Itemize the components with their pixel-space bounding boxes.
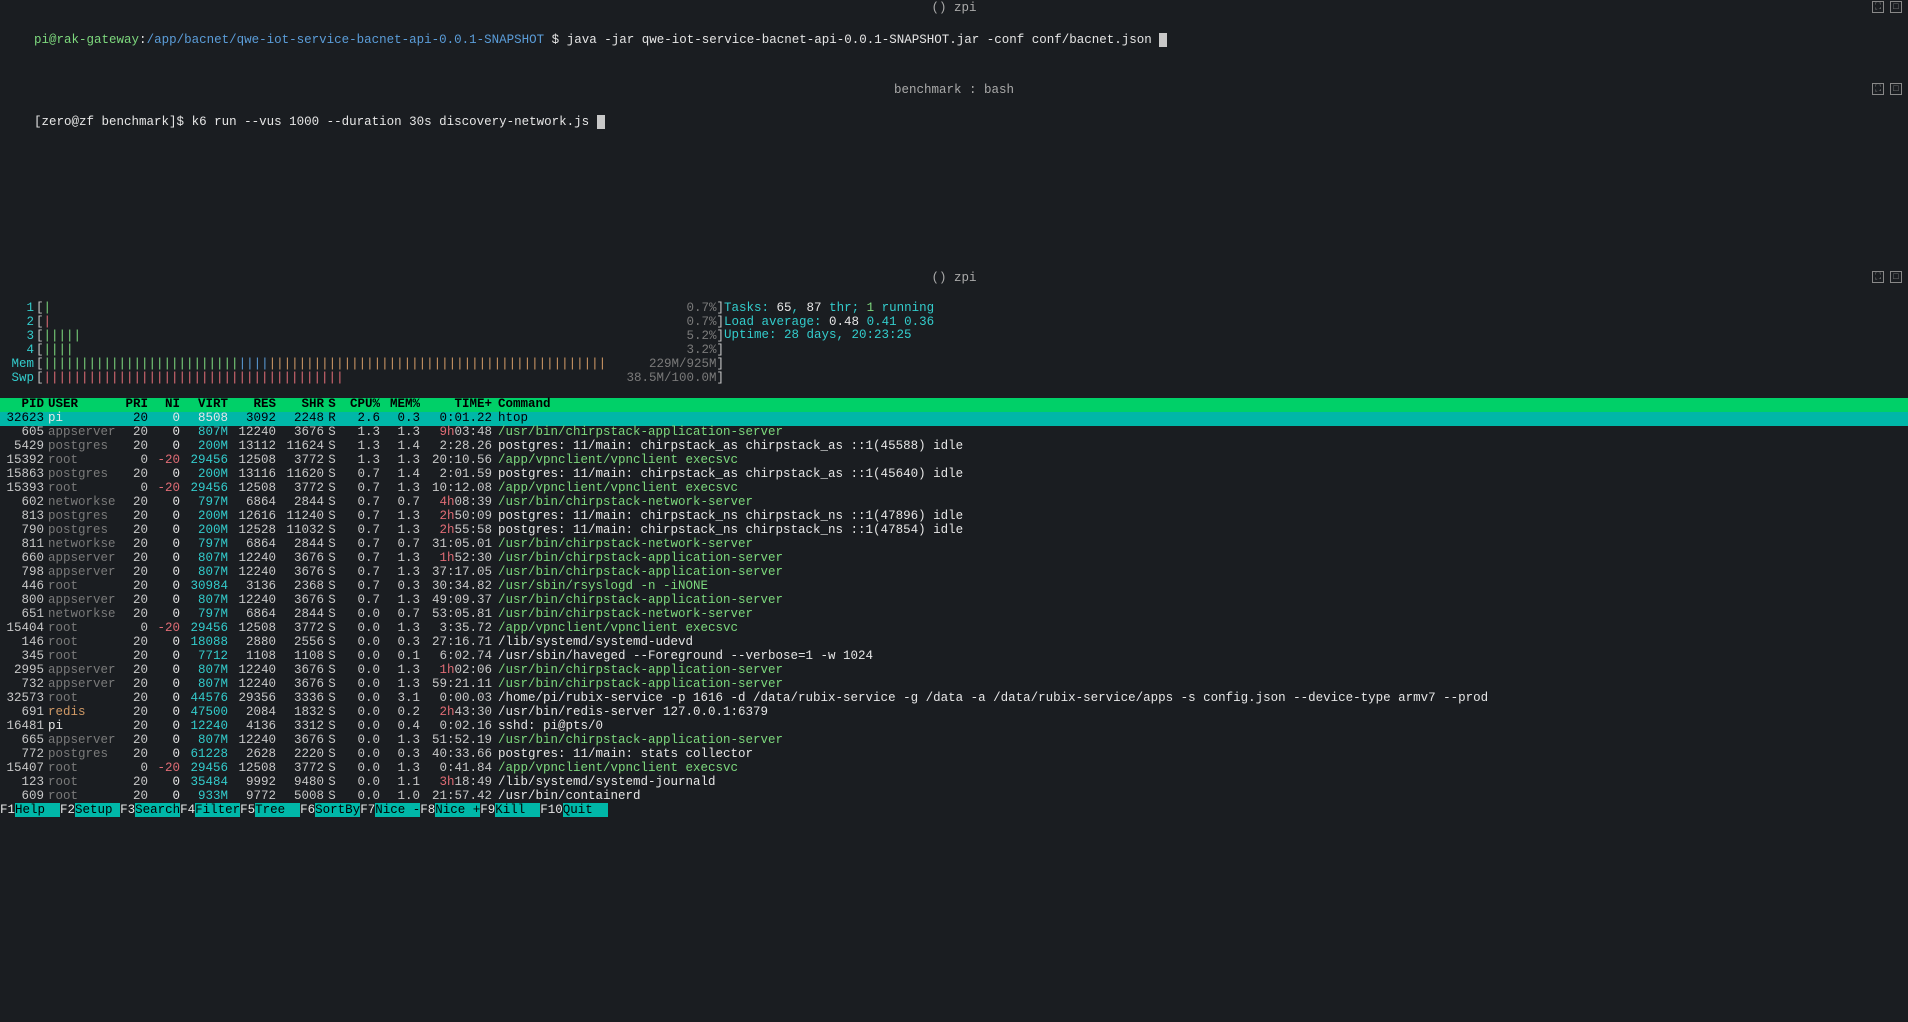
process-row[interactable]: 651networkse200797M68642844S0.00.753:05.… bbox=[0, 608, 1908, 622]
pane-window-controls: ⛶ □ bbox=[1872, 83, 1902, 95]
prompt-cwd: /app/bacnet/qwe-iot-service-bacnet-api-0… bbox=[147, 33, 545, 47]
footer-nice +[interactable]: Nice + bbox=[435, 803, 480, 817]
maximize-icon[interactable]: □ bbox=[1890, 83, 1902, 95]
expand-icon[interactable]: ⛶ bbox=[1872, 271, 1884, 283]
cpu-meter-3: 3[|||||5.2%] bbox=[4, 330, 724, 344]
cursor-icon bbox=[597, 115, 605, 129]
process-table-header[interactable]: PIDUSERPRINIVIRTRESSHRSCPU%MEM%TIME+Comm… bbox=[0, 398, 1908, 412]
footer-filter[interactable]: Filter bbox=[195, 803, 240, 817]
process-row[interactable]: 772postgres2006122826282220S0.00.340:33.… bbox=[0, 748, 1908, 762]
process-row[interactable]: 609root200933M97725008S0.01.021:57.42/us… bbox=[0, 790, 1908, 804]
process-row[interactable]: 15863postgres200200M1311611620S0.71.42:0… bbox=[0, 468, 1908, 482]
footer-tree[interactable]: Tree bbox=[255, 803, 300, 817]
process-row[interactable]: 16481pi2001224041363312S0.00.40:02.16ssh… bbox=[0, 720, 1908, 734]
terminal-pane-1[interactable]: () zpi ⛶ □ pi@rak-gateway:/app/bacnet/qw… bbox=[0, 0, 1908, 82]
expand-icon[interactable]: ⛶ bbox=[1872, 83, 1884, 95]
htop-footer[interactable]: F1Help F2Setup F3SearchF4FilterF5Tree F6… bbox=[0, 804, 1908, 818]
process-row[interactable]: 446root2003098431362368S0.70.330:34.82/u… bbox=[0, 580, 1908, 594]
process-row[interactable]: 691redis2004750020841832S0.00.22h43:30/u… bbox=[0, 706, 1908, 720]
pane-title-1: () zpi ⛶ □ bbox=[0, 0, 1908, 18]
process-table-body[interactable]: 32623pi200850830922248R2.60.30:01.22htop… bbox=[0, 412, 1908, 804]
swp-meter: Swp[||||||||||||||||||||||||||||||||||||… bbox=[4, 372, 724, 386]
cpu-meter-2: 2[|0.7%] bbox=[4, 316, 724, 330]
pane-title-3: () zpi ⛶ □ bbox=[0, 270, 1908, 288]
process-row[interactable]: 5429postgres200200M1311211624S1.31.42:28… bbox=[0, 440, 1908, 454]
load-line: Load average: 0.48 0.41 0.36 bbox=[724, 316, 1904, 330]
footer-search[interactable]: Search bbox=[135, 803, 180, 817]
pane-window-controls: ⛶ □ bbox=[1872, 1, 1902, 13]
process-row[interactable]: 2995appserver200807M122403676S0.01.31h02… bbox=[0, 664, 1908, 678]
footer-kill[interactable]: Kill bbox=[495, 803, 540, 817]
process-row[interactable]: 790postgres200200M1252811032S0.71.32h55:… bbox=[0, 524, 1908, 538]
process-row[interactable]: 605appserver200807M122403676S1.31.39h03:… bbox=[0, 426, 1908, 440]
expand-icon[interactable]: ⛶ bbox=[1872, 1, 1884, 13]
footer-nice -[interactable]: Nice - bbox=[375, 803, 420, 817]
process-row[interactable]: 32573root20044576293563336S0.03.10:00.03… bbox=[0, 692, 1908, 706]
prompt-prefix: [zero@zf benchmark]$ bbox=[34, 115, 184, 129]
mem-meter: Mem[||||||||||||||||||||||||||||||||||||… bbox=[4, 358, 724, 372]
process-row[interactable]: 15392root0-2029456125083772S1.31.320:10.… bbox=[0, 454, 1908, 468]
tasks-line: Tasks: 65, 87 thr; 1 running bbox=[724, 302, 1904, 316]
cpu-meters: 1[|0.7%]2[|0.7%]3[|||||5.2%]4[||||3.2%]M… bbox=[4, 302, 724, 386]
cursor-icon bbox=[1159, 33, 1167, 47]
process-row[interactable]: 798appserver200807M122403676S0.71.337:17… bbox=[0, 566, 1908, 580]
prompt-line-2[interactable]: [zero@zf benchmark]$ k6 run --vus 1000 -… bbox=[0, 100, 1908, 144]
command-text: java -jar qwe-iot-service-bacnet-api-0.0… bbox=[567, 33, 1152, 47]
process-row[interactable]: 732appserver200807M122403676S0.01.359:21… bbox=[0, 678, 1908, 692]
footer-setup[interactable]: Setup bbox=[75, 803, 120, 817]
footer-help[interactable]: Help bbox=[15, 803, 60, 817]
cpu-meter-1: 1[|0.7%] bbox=[4, 302, 724, 316]
process-row[interactable]: 345root200771211081108S0.00.16:02.74/usr… bbox=[0, 650, 1908, 664]
command-text: k6 run --vus 1000 --duration 30s discove… bbox=[192, 115, 590, 129]
pane-title-text: benchmark : bash bbox=[894, 83, 1014, 97]
process-row[interactable]: 665appserver200807M122403676S0.01.351:52… bbox=[0, 734, 1908, 748]
system-status: Tasks: 65, 87 thr; 1 running Load averag… bbox=[724, 302, 1904, 386]
terminal-pane-2[interactable]: benchmark : bash ⛶ □ [zero@zf benchmark]… bbox=[0, 82, 1908, 270]
htop-header: 1[|0.7%]2[|0.7%]3[|||||5.2%]4[||||3.2%]M… bbox=[0, 302, 1908, 386]
prompt-user: pi@rak-gateway bbox=[34, 33, 139, 47]
uptime-line: Uptime: 28 days, 20:23:25 bbox=[724, 329, 1904, 343]
pane-title-text: () zpi bbox=[931, 271, 976, 285]
process-row[interactable]: 800appserver200807M122403676S0.71.349:09… bbox=[0, 594, 1908, 608]
pane-title-text: () zpi bbox=[931, 1, 976, 15]
process-row[interactable]: 15407root0-2029456125083772S0.01.30:41.8… bbox=[0, 762, 1908, 776]
prompt-line-1[interactable]: pi@rak-gateway:/app/bacnet/qwe-iot-servi… bbox=[0, 18, 1908, 62]
process-row[interactable]: 123root2003548499929480S0.01.13h18:49/li… bbox=[0, 776, 1908, 790]
process-row[interactable]: 15393root0-2029456125083772S0.71.310:12.… bbox=[0, 482, 1908, 496]
process-row[interactable]: 602networkse200797M68642844S0.70.74h08:3… bbox=[0, 496, 1908, 510]
footer-quit[interactable]: Quit bbox=[563, 803, 608, 817]
process-row[interactable]: 32623pi200850830922248R2.60.30:01.22htop bbox=[0, 412, 1908, 426]
maximize-icon[interactable]: □ bbox=[1890, 1, 1902, 13]
prompt-symbol: $ bbox=[552, 33, 560, 47]
footer-sortby[interactable]: SortBy bbox=[315, 803, 360, 817]
process-row[interactable]: 660appserver200807M122403676S0.71.31h52:… bbox=[0, 552, 1908, 566]
process-row[interactable]: 813postgres200200M1261611240S0.71.32h50:… bbox=[0, 510, 1908, 524]
process-row[interactable]: 811networkse200797M68642844S0.70.731:05.… bbox=[0, 538, 1908, 552]
cpu-meter-4: 4[||||3.2%] bbox=[4, 344, 724, 358]
pane-window-controls: ⛶ □ bbox=[1872, 271, 1902, 283]
process-row[interactable]: 146root2001808828802556S0.00.327:16.71/l… bbox=[0, 636, 1908, 650]
terminal-pane-3-htop[interactable]: () zpi ⛶ □ 1[|0.7%]2[|0.7%]3[|||||5.2%]4… bbox=[0, 270, 1908, 818]
maximize-icon[interactable]: □ bbox=[1890, 271, 1902, 283]
pane-title-2: benchmark : bash ⛶ □ bbox=[0, 82, 1908, 100]
process-row[interactable]: 15404root0-2029456125083772S0.01.33:35.7… bbox=[0, 622, 1908, 636]
